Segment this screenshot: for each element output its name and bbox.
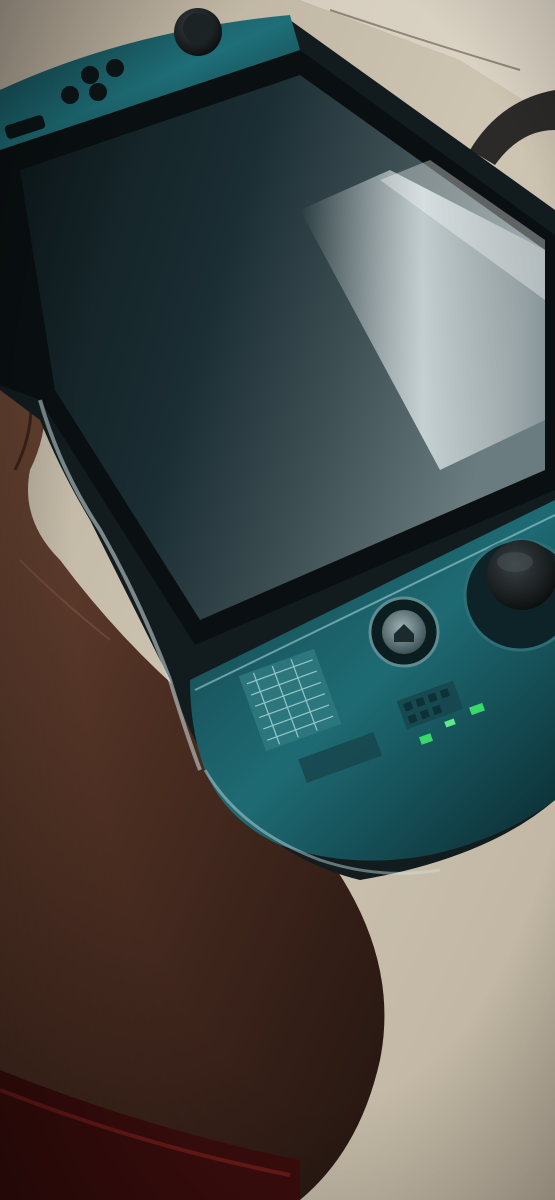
vignette xyxy=(0,0,555,1200)
photo-canvas xyxy=(0,0,555,1200)
photo-scene xyxy=(0,0,555,1200)
